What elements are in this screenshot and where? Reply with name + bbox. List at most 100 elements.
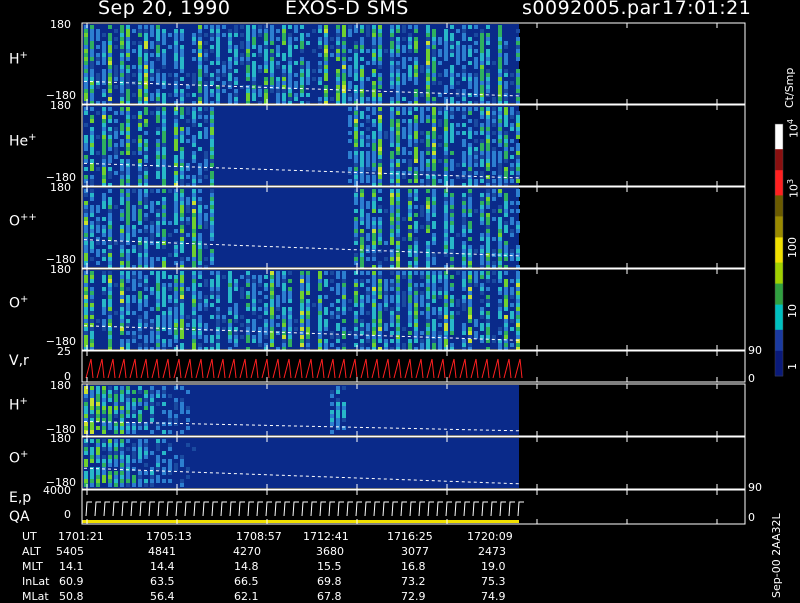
spectrogram-cell — [300, 93, 304, 97]
spectrogram-cell — [228, 41, 232, 45]
spectrogram-cell — [120, 475, 124, 479]
spectrogram-cell — [186, 85, 190, 89]
spectrogram-cell — [126, 53, 130, 57]
spectrogram-cell — [390, 29, 394, 33]
spectrogram-cell — [276, 315, 280, 319]
colorbar-cell — [775, 153, 783, 159]
spectrogram-cell — [210, 283, 214, 287]
spectrogram-cell — [378, 295, 382, 299]
spectrogram-cell — [366, 143, 370, 147]
spectrogram-cell — [102, 307, 106, 311]
spectrogram-cell — [162, 139, 166, 143]
panel-label-o-plus-lower: O+ — [9, 449, 29, 467]
spectrogram-cell — [498, 81, 502, 85]
spectrogram-cell — [84, 315, 88, 319]
spectrogram-cell — [198, 131, 202, 135]
spectrogram-cell — [354, 335, 358, 339]
spectrogram-cell — [204, 119, 208, 123]
colorbar-cell — [775, 313, 783, 318]
spectrogram-cell — [144, 65, 148, 69]
spectrogram-cell — [408, 49, 412, 53]
spectrogram-cell — [276, 275, 280, 279]
spectrogram-cell — [516, 287, 520, 291]
spectrogram-cell — [210, 45, 214, 49]
spectrogram-cell — [150, 430, 154, 434]
spectrogram-cell — [456, 311, 460, 315]
spectrogram-cell — [90, 406, 94, 410]
spectrogram-cell — [174, 213, 178, 217]
spectrogram-cell — [138, 201, 142, 205]
spectrogram-cell — [510, 249, 514, 253]
spectrogram-cell — [84, 402, 88, 406]
spectrogram-cell — [228, 283, 232, 287]
spectrogram-cell — [372, 179, 376, 183]
spectrogram-cell — [216, 45, 220, 49]
spectrogram-cell — [486, 311, 490, 315]
panel-label-h-plus: H+ — [9, 50, 28, 68]
spectrogram-cell — [342, 402, 346, 406]
spectrogram-cell — [210, 123, 214, 127]
spectrogram-cell — [144, 406, 148, 410]
spectrogram-cell — [132, 225, 136, 229]
spectrogram-cell — [126, 271, 130, 275]
spectrogram-cell — [456, 123, 460, 127]
spectrogram-cell — [432, 77, 436, 81]
spectrogram-cell — [300, 299, 304, 303]
spectrogram-cell — [126, 33, 130, 37]
spectrogram-cell — [138, 217, 142, 221]
spectrogram-cell — [426, 69, 430, 73]
spectrogram-cell — [90, 89, 94, 93]
spectrogram-cell — [240, 315, 244, 319]
spectrogram-cell — [510, 295, 514, 299]
spectrogram-cell — [396, 201, 400, 205]
spectrogram-cell — [360, 97, 364, 101]
spectrogram-cell — [492, 147, 496, 151]
spectrogram-cell — [240, 25, 244, 29]
spectrogram-cell — [288, 287, 292, 291]
spectrogram-cell — [216, 343, 220, 347]
spectrogram-cell — [192, 143, 196, 147]
spectrogram-cell — [186, 426, 190, 430]
spectrogram-cell — [402, 327, 406, 331]
spectrogram-cell — [84, 159, 88, 163]
spectrogram-cell — [336, 327, 340, 331]
spectrogram-cell — [378, 45, 382, 49]
spectrogram-cell — [492, 237, 496, 241]
spectrogram-cell — [498, 221, 502, 225]
spectrogram-cell — [234, 97, 238, 101]
spectrogram-cell — [210, 33, 214, 37]
colorbar-tick-100: 100 — [786, 237, 799, 258]
spectrogram-cell — [318, 81, 322, 85]
spectrogram-cell — [270, 65, 274, 69]
spectrogram-cell — [90, 97, 94, 101]
spectrogram-cell — [498, 119, 502, 123]
spectrogram-cell — [126, 89, 130, 93]
colorbar-cell — [775, 292, 783, 297]
spectrogram-cell — [156, 221, 160, 225]
spectrogram-cell — [108, 61, 112, 65]
spectrogram-cell — [90, 25, 94, 29]
spectrogram-cell — [390, 279, 394, 283]
spectrogram-cell — [390, 41, 394, 45]
spectrogram-cell — [306, 283, 310, 287]
spectrogram-cell — [408, 193, 412, 197]
spectrogram-cell — [108, 175, 112, 179]
spectrogram-cell — [138, 418, 142, 422]
spectrogram-cell — [444, 229, 448, 233]
spectrogram-cell — [342, 65, 346, 69]
spectrogram-cell — [402, 57, 406, 61]
spectrogram-cell — [84, 175, 88, 179]
spectrogram-cell — [216, 291, 220, 295]
spectrogram-cell — [372, 93, 376, 97]
spectrogram-cell — [498, 139, 502, 143]
spectrogram-cell — [486, 249, 490, 253]
spectrogram-cell — [174, 29, 178, 33]
spectrogram-cell — [234, 61, 238, 65]
spectrogram-cell — [444, 319, 448, 323]
spectrogram-cell — [162, 275, 166, 279]
spectrogram-cell — [138, 123, 142, 127]
spectrogram-cell — [396, 245, 400, 249]
spectrogram-cell — [174, 115, 178, 119]
spectrogram-cell — [84, 257, 88, 261]
spectrogram-cell — [330, 271, 334, 275]
